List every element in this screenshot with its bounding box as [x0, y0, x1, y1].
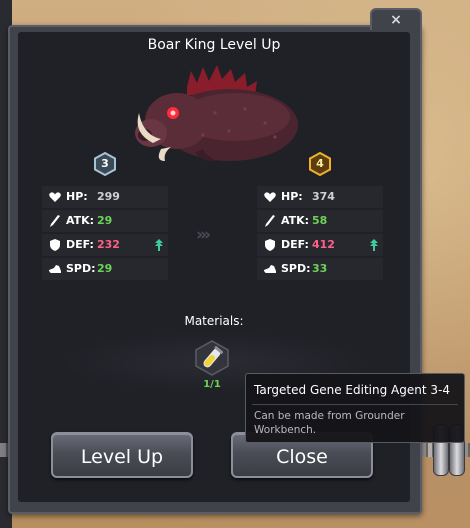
stat-row-hp: HP: 374	[257, 186, 383, 208]
stat-row-def: DEF: 412	[257, 234, 383, 256]
level-transition-arrows: ›››	[196, 225, 211, 245]
stat-row-spd: SPD: 29	[42, 258, 168, 280]
stat-row-def: DEF: 232	[42, 234, 168, 256]
stat-increase-arrow-icon	[155, 239, 163, 251]
next-level-badge: 4	[309, 152, 331, 176]
boar-king-portrait	[135, 65, 298, 162]
shield-icon	[265, 239, 275, 251]
boot-icon	[264, 265, 276, 273]
stat-increase-arrow-icon	[370, 239, 378, 251]
tooltip-title: Targeted Gene Editing Agent 3-4	[254, 383, 450, 397]
material-count: 1/1	[203, 379, 221, 390]
current-stats: HP: 299 ATK: 29 DEF: 232 SPD: 29	[42, 186, 168, 282]
tooltip-divider	[252, 404, 458, 405]
current-level-badge: 3	[94, 152, 116, 176]
dialog-title: Boar King Level Up	[147, 37, 281, 53]
sword-icon	[50, 215, 60, 227]
heart-icon	[264, 192, 276, 202]
materials-label: Materials:	[184, 314, 244, 328]
shield-icon	[50, 239, 60, 251]
tooltip-description: Can be made from Grounder Workbench.	[254, 410, 405, 436]
stat-row-atk: ATK: 58	[257, 210, 383, 232]
stat-row-atk: ATK: 29	[42, 210, 168, 232]
level-up-button[interactable]: Level Up	[51, 432, 193, 478]
gene-editing-vial-icon[interactable]	[194, 340, 230, 376]
stat-row-hp: HP: 299	[42, 186, 168, 208]
heart-icon	[49, 192, 61, 202]
sword-icon	[265, 215, 275, 227]
material-tooltip: Targeted Gene Editing Agent 3-4 Can be m…	[245, 373, 465, 443]
boot-icon	[49, 265, 61, 273]
next-stats: HP: 374 ATK: 58 DEF: 412 SPD: 33	[257, 186, 383, 282]
stat-row-spd: SPD: 33	[257, 258, 383, 280]
close-x-button[interactable]: ×	[370, 8, 422, 30]
